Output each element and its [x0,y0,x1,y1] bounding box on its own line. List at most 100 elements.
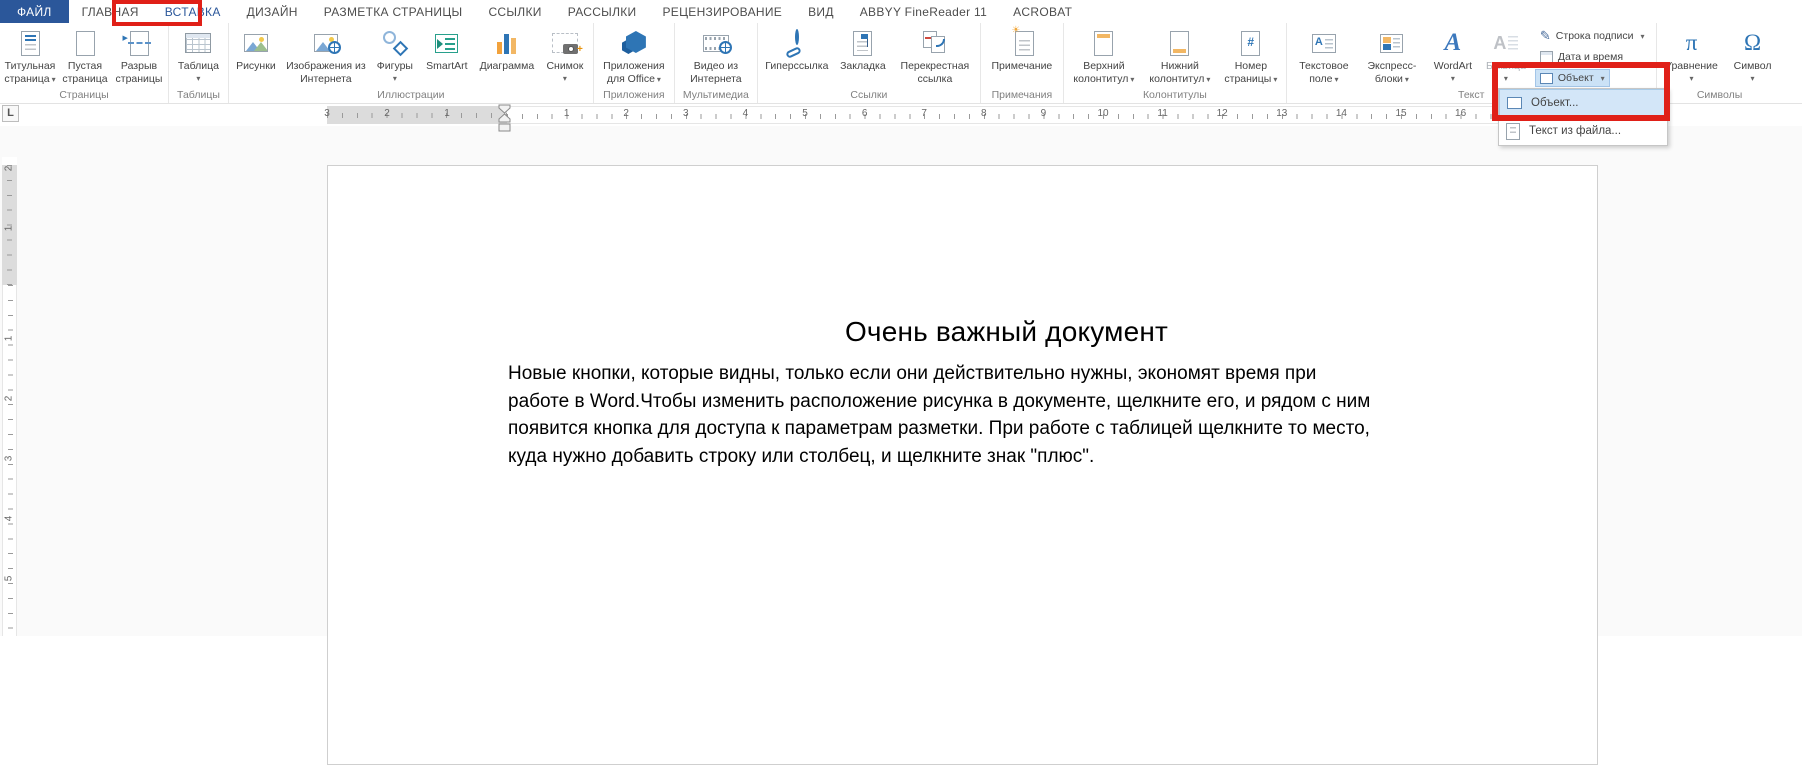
chevron-down-icon: ▾ [563,74,567,84]
cross-reference-button[interactable]: Перекрестная ссылка [892,23,978,88]
group-label-links: Ссылки [760,88,978,103]
indent-marker[interactable] [498,104,511,132]
ruler-number: 5 [4,572,15,586]
ruler-number: 8 [974,108,994,119]
footer-button[interactable]: Нижний колонтитул▾ [1142,23,1218,88]
group-label-symbols: Символы [1659,88,1781,103]
ruler-number: 3 [676,108,696,119]
menu-item-text-from-file[interactable]: Текст из файла... [1499,117,1667,145]
group-label-apps: Приложения [596,88,672,103]
group-media: Видео из Интернета Мультимедиа [674,23,757,103]
blank-page-icon [76,26,95,60]
online-video-icon [703,26,729,60]
footer-icon [1170,26,1189,60]
cover-page-button[interactable]: Титульная страница▾ [2,23,58,88]
header-icon [1094,26,1113,60]
tab-file[interactable]: ФАЙЛ [0,0,69,23]
group-label-pages: Страницы [2,88,166,103]
text-box-button[interactable]: A Текстовое поле▾ [1289,23,1359,88]
wordart-button[interactable]: A WordArt ▾ [1425,23,1481,88]
tab-design[interactable]: ДИЗАЙН [234,0,311,23]
tab-view[interactable]: ВИД [795,0,847,23]
table-button[interactable]: Таблица ▾ [171,23,225,88]
object-button[interactable]: Объект ▾ [1535,69,1610,87]
tab-acrobat[interactable]: ACROBAT [1000,0,1085,23]
chevron-down-icon: ▾ [1751,74,1755,84]
equation-icon: π [1686,26,1698,60]
ruler-number: 9 [1033,108,1053,119]
screenshot-icon: + [552,26,578,60]
document-page[interactable]: Очень важный документ Новые кнопки, кото… [327,165,1598,765]
ruler-number: 15 [1391,108,1411,119]
group-links: Гиперссылка Закладка Перекрестная ссылка… [757,23,980,103]
online-pictures-button[interactable]: Изображения из Интернета [281,23,371,88]
chevron-down-icon: ▾ [1451,74,1455,84]
bookmark-icon [853,26,872,60]
office-apps-icon [622,26,646,60]
screenshot-button[interactable]: + Снимок ▾ [539,23,591,88]
page-break-button[interactable]: ▶ Разрыв страницы [112,23,166,88]
chevron-down-icon: ▾ [196,74,200,84]
tab-stop-selector[interactable]: L [2,105,19,122]
group-label-header-footer: Колонтитулы [1066,88,1284,103]
chevron-down-icon: ▾ [1405,75,1409,84]
object-dropdown-menu: Объект... Текст из файла... [1498,88,1668,146]
document-background: Очень важный документ Новые кнопки, кото… [0,126,1802,636]
signature-line-button[interactable]: ✎ Строка подписи ▾ [1535,27,1650,45]
body-line: куда нужно добавить строку или столбец, … [508,443,1505,471]
tab-home[interactable]: ГЛАВНАЯ [69,0,152,23]
chevron-down-icon: ▾ [1690,74,1694,84]
page-number-icon: # [1241,26,1260,60]
menu-item-object[interactable]: Объект... [1499,89,1667,117]
body-line: Новые кнопки, которые видны, только если… [508,360,1505,388]
date-time-icon [1540,51,1553,63]
ruler-number: 12 [1212,108,1232,119]
cross-reference-icon [923,26,947,60]
chevron-down-icon: ▾ [1130,75,1134,84]
tab-abbyy[interactable]: ABBYY FineReader 11 [847,0,1000,23]
ruler-number: 1 [4,332,15,346]
tab-page-layout[interactable]: РАЗМЕТКА СТРАНИЦЫ [311,0,476,23]
page-number-button[interactable]: # Номер страницы▾ [1218,23,1284,88]
tab-insert[interactable]: ВСТАВКА [152,0,234,23]
document-title: Очень важный документ [508,316,1505,348]
header-button[interactable]: Верхний колонтитул▾ [1066,23,1142,88]
quick-parts-icon [1380,26,1403,60]
group-label-comments: Примечания [983,88,1061,103]
group-header-footer: Верхний колонтитул▾ Нижний колонтитул▾ #… [1063,23,1286,103]
ruler-number: 1 [557,108,577,119]
ruler-number: 6 [855,108,875,119]
cover-page-icon [21,26,40,60]
ruler-number: 11 [1153,108,1173,119]
office-apps-button[interactable]: Приложения для Office▾ [596,23,672,88]
smartart-button[interactable]: SmartArt [419,23,475,88]
hyperlink-button[interactable]: Гиперссылка [760,23,834,88]
chevron-down-icon: ▾ [393,74,397,84]
equation-button[interactable]: π Уравнение ▾ [1659,23,1725,88]
tab-mailings[interactable]: РАССЫЛКИ [555,0,650,23]
date-time-button[interactable]: Дата и время [1535,48,1628,66]
chevron-down-icon: ▾ [1601,74,1605,83]
tab-references[interactable]: ССЫЛКИ [475,0,554,23]
comment-button[interactable]: ☀ Примечание [983,23,1061,88]
pictures-button[interactable]: Рисунки [231,23,281,88]
chevron-down-icon: ▾ [657,75,661,84]
blank-page-button[interactable]: Пустая страница [58,23,112,88]
ruler-number: 3 [4,452,15,466]
symbol-icon: Ω [1744,26,1761,60]
shapes-button[interactable]: Фигуры ▾ [371,23,419,88]
drop-cap-button[interactable]: A Буквица ▾ [1481,23,1531,88]
quick-parts-button[interactable]: Экспресс-блоки▾ [1359,23,1425,88]
ruler-number: 16 [1451,108,1471,119]
chart-button[interactable]: Диаграмма [475,23,539,88]
table-icon [185,26,211,60]
smartart-icon [435,26,458,60]
ruler-number: 1 [4,222,15,236]
group-label-illustrations: Иллюстрации [231,88,591,103]
bookmark-button[interactable]: Закладка [834,23,892,88]
online-video-button[interactable]: Видео из Интернета [683,23,749,88]
symbol-button[interactable]: Ω Символ ▾ [1725,23,1781,88]
ruler-number: 7 [914,108,934,119]
chevron-down-icon: ▾ [1504,74,1508,84]
tab-review[interactable]: РЕЦЕНЗИРОВАНИЕ [649,0,795,23]
